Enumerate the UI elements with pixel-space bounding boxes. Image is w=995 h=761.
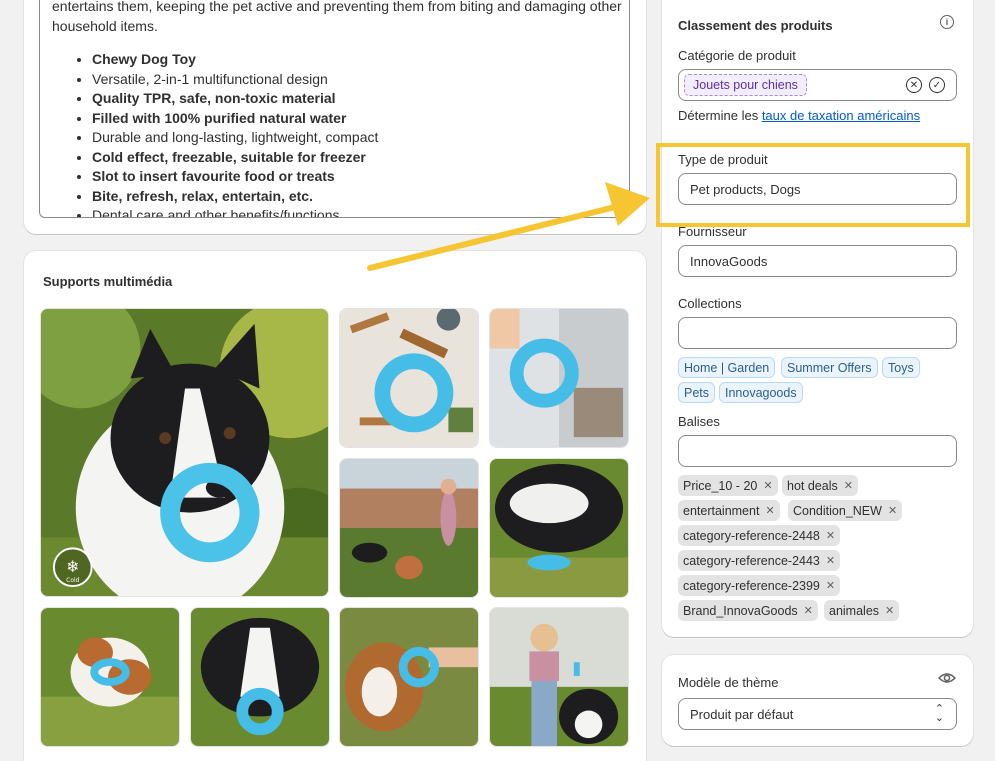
remove-tag-icon[interactable]: ✕ xyxy=(888,504,897,517)
tag-chip[interactable]: hot deals ✕ xyxy=(782,475,858,496)
cold-badge-label: Cold xyxy=(66,577,79,584)
check-icon[interactable]: ✓ xyxy=(929,77,945,93)
tag-chip[interactable]: category-reference-2443 ✕ xyxy=(678,550,841,571)
remove-tag-icon[interactable]: ✕ xyxy=(826,554,835,567)
media-image-8[interactable] xyxy=(339,607,479,747)
media-image-7[interactable] xyxy=(190,607,330,747)
vendor-input[interactable]: InnovaGoods xyxy=(678,245,957,277)
svg-text:❄: ❄ xyxy=(66,557,79,576)
tag-chip[interactable]: category-reference-2399 ✕ xyxy=(678,575,841,596)
tax-note-prefix: Détermine les xyxy=(678,108,762,123)
bullet-item: Bite, refresh, relax, entertain, etc. xyxy=(92,187,378,207)
media-image-6[interactable] xyxy=(40,607,180,747)
tags-label: Balises xyxy=(678,414,720,429)
tags-input[interactable] xyxy=(678,435,957,467)
collection-chip[interactable]: Home | Garden xyxy=(678,357,776,378)
theme-template-label: Modèle de thème xyxy=(678,675,779,690)
bullet-item: Slot to insert favourite food or treats xyxy=(92,167,378,187)
bullet-item: Durable and long-lasting, lightweight, c… xyxy=(92,128,378,148)
remove-tag-icon[interactable]: ✕ xyxy=(826,529,835,542)
remove-tag-icon[interactable]: ✕ xyxy=(763,479,772,492)
tag-label: Condition_NEW xyxy=(793,503,882,518)
collection-chip[interactable]: Pets xyxy=(678,382,716,403)
collection-chip[interactable]: Summer Offers xyxy=(781,357,878,378)
description-card: entertains them, keeping the pet active … xyxy=(24,0,646,234)
collection-chip[interactable]: Toys xyxy=(882,357,920,378)
tax-note: Détermine les taux de taxation américain… xyxy=(678,108,920,123)
select-chevron-icon: ⌃ ⌄ xyxy=(934,703,944,724)
category-field[interactable]: Jouets pour chiens ✕ ✓ xyxy=(678,69,957,101)
media-image-9[interactable] xyxy=(489,607,629,747)
tag-chip[interactable]: Brand_InnovaGoods ✕ xyxy=(678,600,818,621)
tag-chip[interactable]: Condition_NEW ✕ xyxy=(788,500,903,521)
bullet-item: Quality TPR, safe, non-toxic material xyxy=(92,89,378,109)
highlight-box xyxy=(656,143,970,227)
category-label: Catégorie de produit xyxy=(678,48,796,63)
remove-tag-icon[interactable]: ✕ xyxy=(885,604,894,617)
remove-tag-icon[interactable]: ✕ xyxy=(765,504,774,517)
media-image-main[interactable]: ❄ Cold xyxy=(40,308,329,597)
bullet-item: Dental care and other benefits/functions xyxy=(92,206,378,217)
media-card: Supports multimédia ❄ Cold xyxy=(24,251,646,761)
tag-label: category-reference-2448 xyxy=(683,528,820,543)
eye-icon[interactable] xyxy=(938,671,956,685)
tag-label: animales xyxy=(829,603,880,618)
theme-template-select[interactable]: Produit par défaut ⌃ ⌄ xyxy=(678,698,957,730)
media-image-3[interactable] xyxy=(489,308,629,448)
remove-tag-icon[interactable]: ✕ xyxy=(826,579,835,592)
bullet-item: Filled with 100% purified natural water xyxy=(92,109,378,129)
description-intro: entertains them, keeping the pet active … xyxy=(52,0,622,34)
classification-title: Classement des produits xyxy=(678,18,833,33)
bullet-item: Versatile, 2-in-1 multifunctional design xyxy=(92,70,378,90)
collection-chip[interactable]: Innovagoods xyxy=(719,382,803,403)
media-title: Supports multimédia xyxy=(43,274,173,289)
tax-rate-link[interactable]: taux de taxation américains xyxy=(762,108,920,123)
tag-label: entertainment xyxy=(683,503,760,518)
description-editor[interactable]: entertains them, keeping the pet active … xyxy=(39,0,630,218)
info-icon[interactable]: i xyxy=(940,15,954,29)
clear-icon[interactable]: ✕ xyxy=(906,77,922,93)
remove-tag-icon[interactable]: ✕ xyxy=(804,604,813,617)
description-bullets: Chewy Dog Toy Versatile, 2-in-1 multifun… xyxy=(92,50,378,217)
theme-template-card: Modèle de thème Produit par défaut ⌃ ⌄ xyxy=(662,655,973,746)
theme-template-value: Produit par défaut xyxy=(690,706,794,722)
tag-chip[interactable]: Price_10 - 20 ✕ xyxy=(678,475,778,496)
media-image-4[interactable] xyxy=(339,458,479,598)
tag-chip[interactable]: entertainment ✕ xyxy=(678,500,780,521)
tag-label: Brand_InnovaGoods xyxy=(683,603,798,618)
bullet-item: Chewy Dog Toy xyxy=(92,50,378,70)
collections-input[interactable] xyxy=(678,317,957,349)
tag-label: category-reference-2443 xyxy=(683,553,820,568)
tag-label: hot deals xyxy=(787,478,838,493)
remove-tag-icon[interactable]: ✕ xyxy=(844,479,853,492)
tag-label: Price_10 - 20 xyxy=(683,478,758,493)
tag-chip[interactable]: category-reference-2448 ✕ xyxy=(678,525,841,546)
media-image-5[interactable] xyxy=(489,458,629,598)
bullet-item: Cold effect, freezable, suitable for fre… xyxy=(92,148,378,168)
product-classification-card: Classement des produits i Catégorie de p… xyxy=(662,0,973,637)
tag-label: category-reference-2399 xyxy=(683,578,820,593)
media-image-2[interactable] xyxy=(339,308,479,448)
collections-label: Collections xyxy=(678,296,742,311)
tag-chip[interactable]: animales ✕ xyxy=(824,600,900,621)
category-chip: Jouets pour chiens xyxy=(684,74,807,96)
